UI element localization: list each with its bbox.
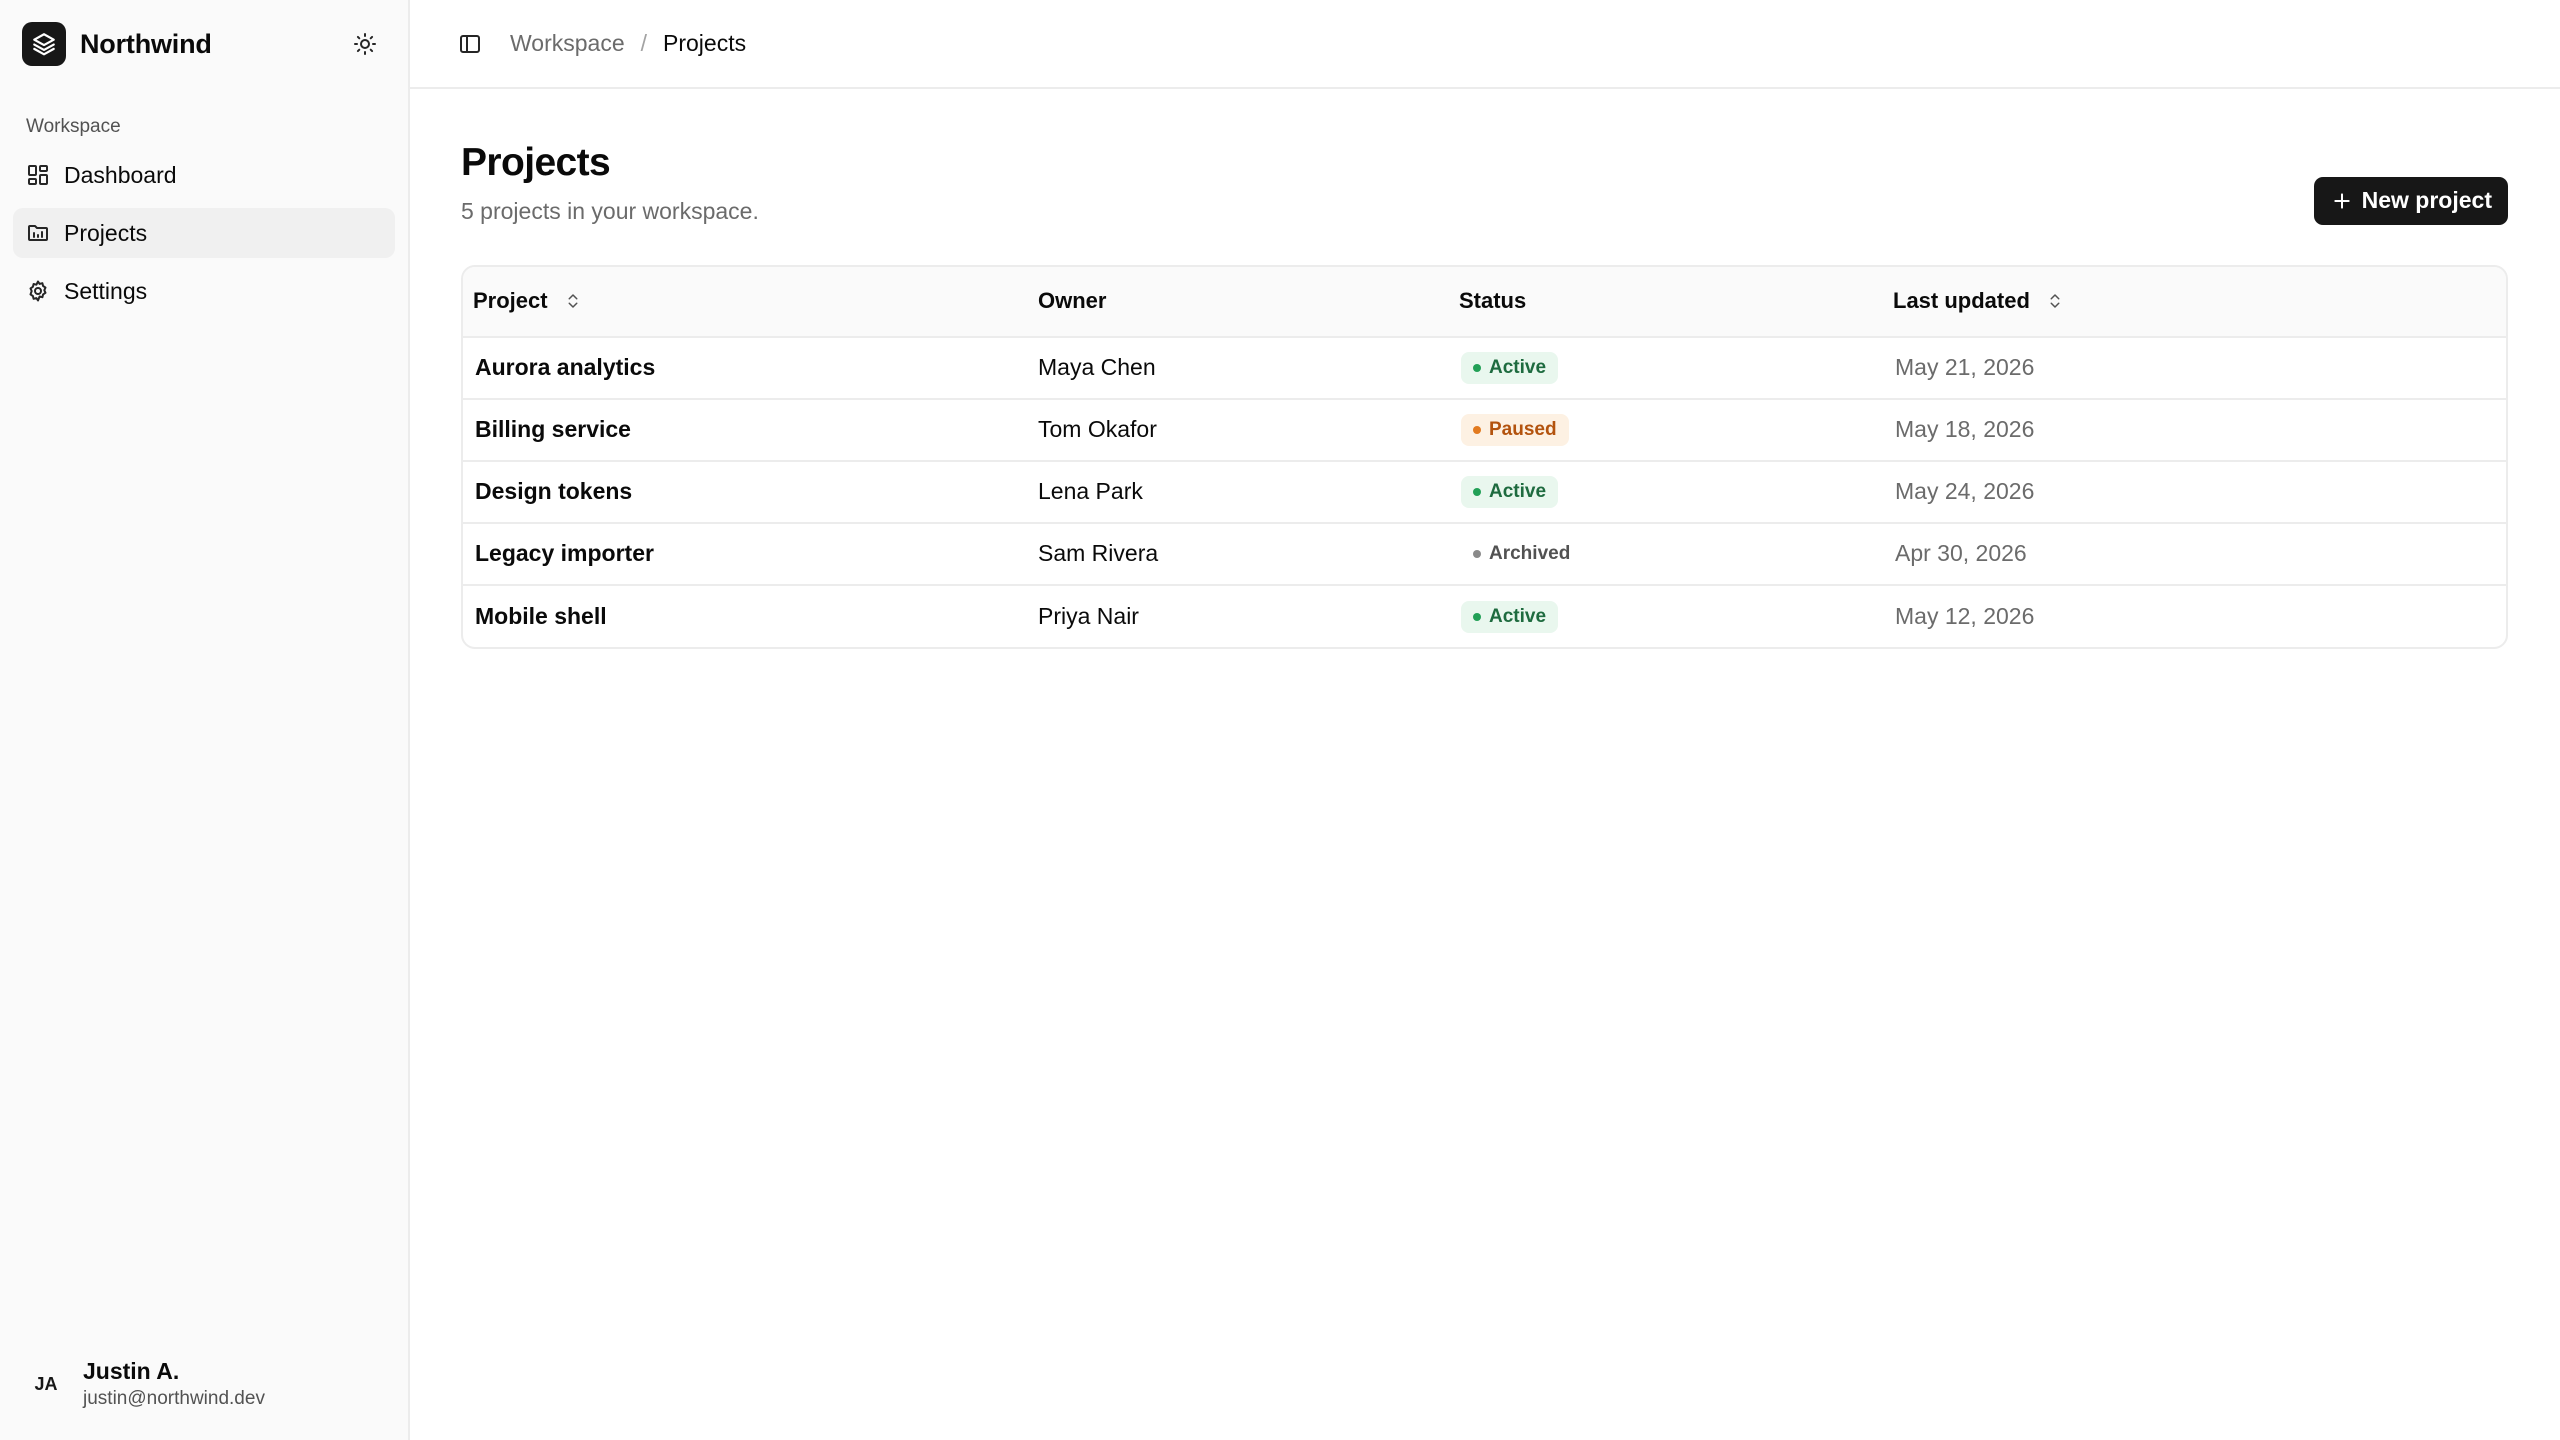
status-badge: Active: [1461, 476, 1559, 509]
column-header-last-updated[interactable]: Last updated: [1883, 266, 2506, 338]
user-meta: Justin A. justin@northwind.dev: [83, 1358, 265, 1410]
sort-icon: [2050, 294, 2060, 309]
table-row[interactable]: Legacy importer Sam Rivera Archived Apr …: [463, 521, 2506, 585]
status-dot-icon: [1473, 550, 1481, 559]
breadcrumb-current: Projects: [663, 30, 747, 56]
page-title: Projects: [461, 141, 611, 184]
sidebar-item-projects[interactable]: Projects: [13, 208, 395, 258]
project-updated: May 12, 2026: [1883, 583, 2506, 647]
status-dot-icon: [1473, 426, 1481, 435]
project-name: Mobile shell: [463, 583, 1028, 647]
column-header-status: Status: [1449, 266, 1883, 338]
project-updated: May 18, 2026: [1883, 397, 2506, 461]
user-menu[interactable]: JA Justin A. justin@northwind.dev: [13, 1342, 395, 1426]
main: Workspace / Projects Projects 5 projects…: [410, 0, 2560, 1440]
sidebar-item-label: Projects: [64, 219, 148, 246]
user-name: Justin A.: [83, 1358, 180, 1384]
theme-toggle-button[interactable]: [343, 22, 387, 66]
sidebar-item-dashboard[interactable]: Dashboard: [13, 150, 395, 200]
plus-icon: [2333, 193, 2350, 209]
new-project-label: New project: [2361, 187, 2492, 214]
sidebar-nav: Dashboard Projects Settings: [13, 150, 395, 324]
brand-name: Northwind: [80, 28, 212, 59]
sidebar-toggle-button[interactable]: [450, 24, 490, 64]
project-owner: Priya Nair: [1028, 583, 1449, 647]
project-updated: May 24, 2026: [1883, 459, 2506, 523]
project-owner: Lena Park: [1028, 459, 1449, 523]
page-subtitle: 5 projects in your workspace.: [461, 197, 759, 224]
brand[interactable]: Northwind: [22, 22, 212, 66]
table-header-row: Project Owner Status Last updated: [463, 266, 2506, 338]
projects-table: Project Owner Status Last updated Aurora…: [461, 264, 2508, 649]
column-header-project[interactable]: Project: [463, 266, 1028, 338]
table-row[interactable]: Mobile shell Priya Nair Active May 12, 2…: [463, 583, 2506, 647]
breadcrumb: Workspace / Projects: [510, 30, 746, 57]
status-dot-icon: [1473, 612, 1481, 621]
status-badge: Paused: [1461, 414, 1569, 447]
project-name: Legacy importer: [463, 521, 1028, 585]
dashboard-icon: [26, 163, 50, 187]
status-dot-icon: [1473, 488, 1481, 497]
project-name: Aurora analytics: [475, 354, 656, 381]
status-dot-icon: [1473, 364, 1481, 373]
status-badge: Active: [1461, 352, 1559, 385]
page-content: Projects 5 projects in your workspace. N…: [410, 89, 2560, 649]
project-updated: Apr 30, 2026: [1883, 521, 2506, 585]
panel-left-icon: [460, 34, 480, 53]
table-body: Aurora analytics Maya Chen Active May 21…: [463, 337, 2506, 647]
project-owner: Maya Chen: [1038, 354, 1156, 381]
app-shell: Northwind Workspace Dashboard Projects S…: [0, 0, 2560, 1440]
project-name: Design tokens: [463, 459, 1028, 523]
topbar: Workspace / Projects: [410, 0, 2560, 89]
folder-icon: [26, 221, 50, 245]
project-owner: Tom Okafor: [1028, 397, 1449, 461]
user-email: justin@northwind.dev: [83, 1388, 265, 1409]
project-updated: May 21, 2026: [1895, 354, 2035, 381]
sidebar-section-label: Workspace: [26, 116, 121, 137]
brand-row: Northwind: [13, 0, 395, 88]
sidebar-item-label: Dashboard: [64, 161, 177, 188]
gear-icon: [26, 279, 50, 303]
table-row[interactable]: Billing service Tom Okafor Paused May 18…: [463, 397, 2506, 461]
sort-icon: [568, 294, 578, 309]
avatar: JA: [23, 1361, 69, 1407]
page-header: Projects 5 projects in your workspace. N…: [461, 141, 2508, 225]
sun-icon: [354, 33, 376, 55]
breadcrumb-workspace[interactable]: Workspace: [510, 30, 625, 57]
breadcrumb-separator: /: [640, 30, 648, 56]
column-header-owner: Owner: [1028, 266, 1449, 338]
sidebar: Northwind Workspace Dashboard Projects S…: [0, 0, 410, 1440]
status-badge: Active: [1461, 600, 1559, 633]
status-badge: Archived: [1461, 538, 1582, 570]
new-project-button[interactable]: New project: [2313, 176, 2508, 225]
table-row[interactable]: Aurora analytics Maya Chen Active May 21…: [463, 337, 2506, 399]
project-owner: Sam Rivera: [1028, 521, 1449, 585]
sidebar-item-label: Settings: [64, 277, 148, 304]
sidebar-item-settings[interactable]: Settings: [13, 266, 395, 316]
layers-logo-icon: [22, 22, 66, 66]
project-name: Billing service: [463, 397, 1028, 461]
table-row[interactable]: Design tokens Lena Park Active May 24, 2…: [463, 459, 2506, 523]
